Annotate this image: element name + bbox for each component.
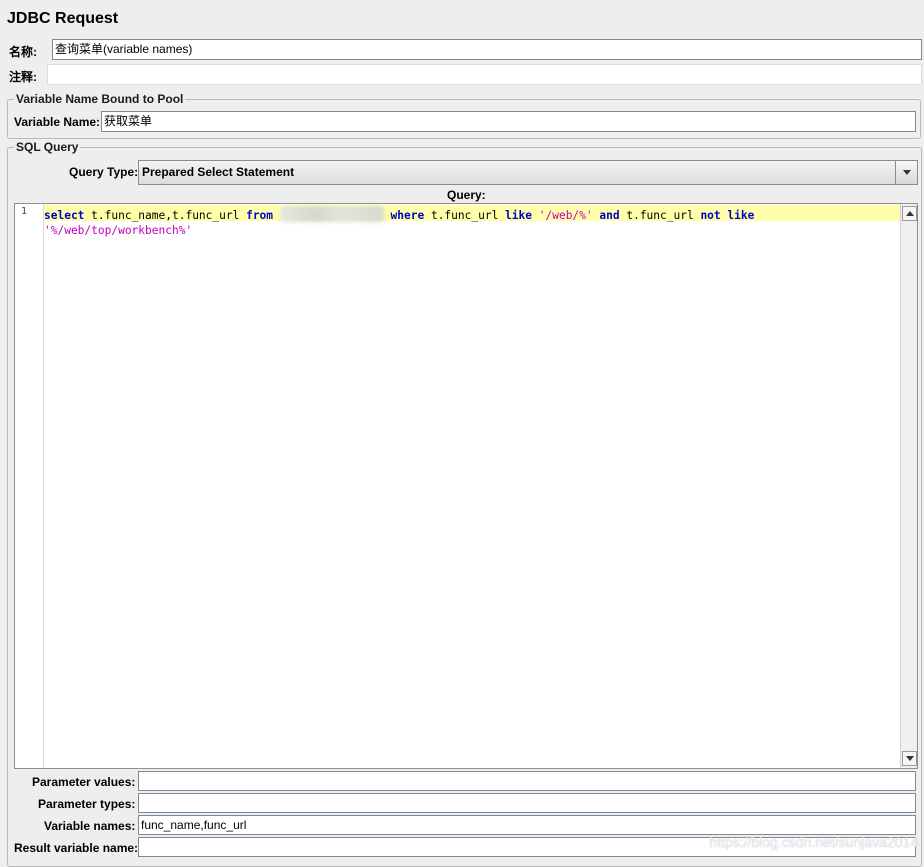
comment-input[interactable] bbox=[47, 64, 922, 85]
sql-query-legend: SQL Query bbox=[14, 140, 81, 154]
query-type-value: Prepared Select Statement bbox=[142, 165, 295, 179]
pool-group-legend: Variable Name Bound to Pool bbox=[14, 92, 186, 106]
line-number-gutter: 1 bbox=[15, 204, 44, 768]
watermark: https://blog.csdn.net/sunjava2014 bbox=[709, 834, 918, 850]
sql-text: t.func_name,t.func_url bbox=[84, 209, 247, 222]
query-type-select[interactable]: Prepared Select Statement bbox=[138, 160, 918, 185]
scroll-up-icon[interactable] bbox=[902, 206, 917, 221]
query-label: Query: bbox=[447, 188, 486, 202]
variable-name-input[interactable]: 获取菜单 bbox=[101, 111, 916, 132]
sql-keyword: like bbox=[727, 209, 755, 222]
result-variable-name-label: Result variable name: bbox=[14, 841, 139, 855]
chevron-down-icon[interactable] bbox=[895, 161, 917, 184]
sql-keyword: select bbox=[44, 209, 85, 222]
sql-keyword: and bbox=[599, 209, 620, 222]
sql-keyword: where bbox=[390, 209, 425, 222]
variable-names-input[interactable]: func_name,func_url bbox=[138, 815, 916, 835]
redacted-table-name bbox=[279, 206, 384, 222]
comment-label: 注释: bbox=[9, 70, 37, 84]
parameter-values-label: Parameter values: bbox=[32, 775, 136, 789]
name-input[interactable]: 查询菜单(variable names) bbox=[52, 39, 922, 60]
sql-keyword: like bbox=[505, 209, 532, 222]
sql-keyword: not bbox=[700, 209, 721, 222]
variable-names-label: Variable names: bbox=[44, 819, 136, 833]
panel-title: JDBC Request bbox=[7, 10, 119, 27]
query-editor[interactable]: 1 select t.func_name,t.func_url from whe… bbox=[14, 203, 918, 769]
parameter-types-label: Parameter types: bbox=[38, 797, 136, 811]
sql-string: '%/web/top/workbench%' bbox=[44, 224, 193, 237]
query-text[interactable]: select t.func_name,t.func_url from where… bbox=[44, 206, 754, 238]
scroll-down-icon[interactable] bbox=[902, 751, 917, 766]
variable-name-label: Variable Name: bbox=[14, 115, 101, 129]
sql-string: '/web/%' bbox=[538, 209, 593, 222]
sql-text: t.func_url bbox=[424, 209, 506, 222]
query-type-label: Query Type: bbox=[69, 165, 139, 179]
sql-text: t.func_url bbox=[619, 209, 701, 222]
line-number: 1 bbox=[21, 206, 28, 217]
sql-keyword: from bbox=[246, 209, 274, 222]
parameter-types-input[interactable] bbox=[138, 793, 916, 813]
name-label: 名称: bbox=[9, 45, 37, 59]
editor-scrollbar[interactable] bbox=[900, 204, 917, 768]
parameter-values-input[interactable] bbox=[138, 771, 916, 791]
